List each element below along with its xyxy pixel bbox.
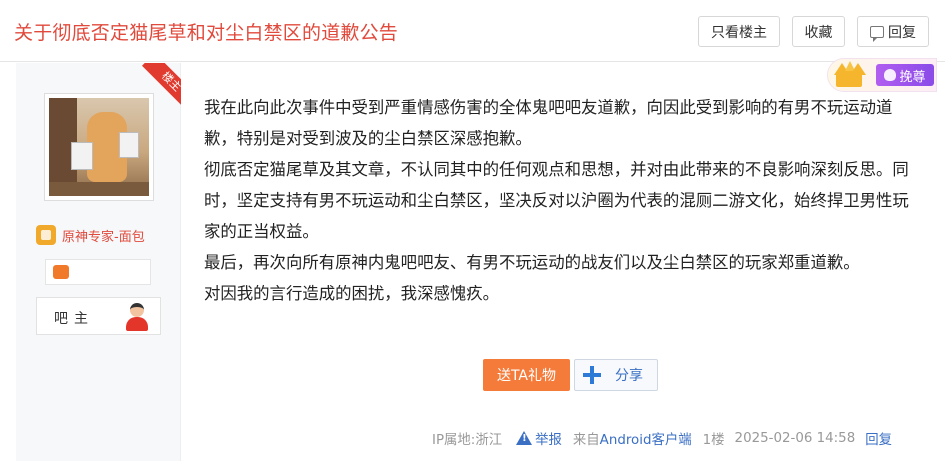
- post-paragraph: 我在此向此次事件中受到严重情感伤害的全体鬼吧吧友道歉，向因此受到影响的有男不玩运…: [204, 98, 893, 148]
- share-button[interactable]: 分享: [574, 359, 658, 391]
- reply-icon: [870, 25, 884, 42]
- post-paragraph: 对因我的言行造成的困扰，我深感愧疚。: [204, 284, 500, 303]
- post-content: 我在此向此次事件中受到严重情感伤害的全体鬼吧吧友道歉，向因此受到影响的有男不玩运…: [204, 92, 916, 309]
- post-paragraph: 彻底否定猫尾草及其文章，不认同其中的任何观点和思想，并对由此带来的不良影响深刻反…: [204, 160, 909, 241]
- crown-icon: [834, 61, 866, 89]
- level-badge[interactable]: [45, 259, 151, 285]
- client-link[interactable]: Android客户端: [600, 433, 692, 448]
- post-timestamp: 2025-02-06 14:58: [734, 430, 856, 446]
- avatar-image: [49, 98, 149, 196]
- expert-badge[interactable]: 原神专家-面包: [36, 225, 145, 245]
- thread-header: 关于彻底否定猫尾草和对尘白禁区的道歉公告 只看楼主 收藏 回复: [0, 0, 945, 62]
- reply-button[interactable]: 回复: [857, 16, 929, 47]
- vip-tag-label: 挽尊: [899, 69, 926, 85]
- reply-button-label: 回复: [888, 24, 916, 41]
- footer-reply-link[interactable]: 回复: [865, 428, 892, 448]
- level-icon: [53, 265, 69, 279]
- favorite-button[interactable]: 收藏: [792, 16, 845, 47]
- only-op-button[interactable]: 只看楼主: [698, 16, 780, 47]
- moderator-avatar-icon: [124, 303, 150, 331]
- post-footer: IP属地:浙江 举报 来自Android客户端 1楼 2025-02-06 14…: [432, 428, 892, 449]
- floor-number: 1楼: [702, 433, 725, 448]
- vip-tag: 挽尊: [876, 64, 934, 86]
- send-gift-button[interactable]: 送TA礼物: [483, 359, 570, 391]
- author-sidebar: 楼主 原神专家-面包 吧主: [16, 63, 181, 461]
- avatar[interactable]: [44, 93, 154, 201]
- ip-location: IP属地:浙江: [432, 433, 503, 448]
- vip-badge[interactable]: 挽尊: [827, 58, 937, 92]
- thread-title: 关于彻底否定猫尾草和对尘白禁区的道歉公告: [14, 22, 399, 44]
- from-prefix: 来自: [572, 433, 600, 448]
- report-label: 举报: [535, 433, 562, 448]
- role-badge: 吧主: [36, 297, 161, 335]
- report-link[interactable]: 举报: [516, 428, 562, 448]
- plus-icon: [583, 366, 601, 384]
- post-paragraph: 最后，再次向所有原神内鬼吧吧友、有男不玩运动的战友们以及尘白禁区的玩家郑重道歉。: [204, 253, 860, 272]
- share-label: 分享: [615, 368, 643, 384]
- client-source: 来自Android客户端: [573, 428, 692, 448]
- expert-title: 原神专家-面包: [62, 229, 145, 245]
- paw-icon: [884, 69, 897, 81]
- role-label: 吧主: [54, 311, 94, 327]
- warning-icon: [516, 431, 533, 445]
- expert-icon: [36, 225, 56, 245]
